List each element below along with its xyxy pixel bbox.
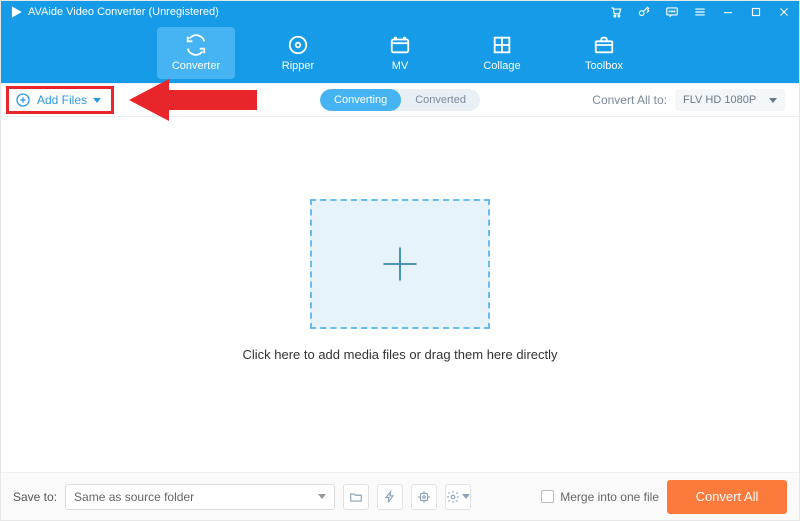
convert-all-label: Convert All bbox=[696, 489, 759, 504]
status-tabs: Converting Converted bbox=[320, 89, 480, 111]
settings-button[interactable] bbox=[445, 484, 471, 510]
key-icon[interactable] bbox=[637, 5, 651, 19]
output-format-value: FLV HD 1080P bbox=[683, 94, 756, 106]
plus-icon bbox=[378, 242, 422, 286]
nav-mv[interactable]: MV bbox=[361, 27, 439, 79]
content-area: Click here to add media files or drag th… bbox=[1, 117, 799, 444]
chevron-down-icon bbox=[93, 98, 101, 103]
nav-mv-label: MV bbox=[392, 60, 409, 72]
convert-all-to-label: Convert All to: bbox=[592, 93, 667, 107]
gear-icon bbox=[446, 490, 460, 504]
hw-accel-button[interactable] bbox=[377, 484, 403, 510]
nav-converter-label: Converter bbox=[172, 60, 220, 72]
nav-ripper-label: Ripper bbox=[282, 60, 314, 72]
maximize-icon[interactable] bbox=[749, 5, 763, 19]
feedback-icon[interactable] bbox=[665, 5, 679, 19]
open-folder-button[interactable] bbox=[343, 484, 369, 510]
sub-bar: Add Files Converting Converted Convert A… bbox=[1, 83, 799, 117]
add-files-label: Add Files bbox=[37, 93, 87, 107]
cart-icon[interactable] bbox=[609, 5, 623, 19]
converter-icon bbox=[185, 34, 207, 56]
window-controls bbox=[609, 5, 791, 19]
nav-toolbox-label: Toolbox bbox=[585, 60, 623, 72]
tab-converted[interactable]: Converted bbox=[401, 89, 480, 111]
toolbox-icon bbox=[593, 34, 615, 56]
nav-collage[interactable]: Collage bbox=[463, 27, 541, 79]
plus-circle-icon bbox=[15, 92, 31, 108]
chevron-down-icon bbox=[769, 98, 777, 103]
lightning-icon bbox=[383, 490, 397, 504]
convert-all-button[interactable]: Convert All bbox=[667, 480, 787, 514]
close-icon[interactable] bbox=[777, 5, 791, 19]
save-path-select[interactable]: Same as source folder bbox=[65, 484, 335, 510]
merge-label: Merge into one file bbox=[560, 490, 659, 504]
nav-collage-label: Collage bbox=[483, 60, 520, 72]
minimize-icon[interactable] bbox=[721, 5, 735, 19]
ripper-icon bbox=[287, 34, 309, 56]
chevron-down-icon bbox=[462, 494, 470, 499]
save-path-value: Same as source folder bbox=[74, 490, 194, 504]
save-to-label: Save to: bbox=[13, 490, 57, 504]
nav-ripper[interactable]: Ripper bbox=[259, 27, 337, 79]
tab-converting-label: Converting bbox=[334, 94, 387, 106]
merge-checkbox[interactable]: Merge into one file bbox=[541, 490, 659, 504]
add-files-button[interactable]: Add Files bbox=[15, 92, 101, 108]
tab-converting[interactable]: Converting bbox=[320, 89, 401, 111]
chip-icon bbox=[417, 490, 431, 504]
chevron-down-icon bbox=[318, 494, 326, 499]
nav-toolbox[interactable]: Toolbox bbox=[565, 27, 643, 79]
app-logo-icon bbox=[9, 5, 23, 19]
app-logo-title: AVAide Video Converter (Unregistered) bbox=[9, 5, 219, 19]
output-format-select[interactable]: FLV HD 1080P bbox=[675, 89, 785, 111]
main-nav: Converter Ripper MV Collage Toolbox bbox=[1, 23, 799, 83]
collage-icon bbox=[491, 34, 513, 56]
menu-icon[interactable] bbox=[693, 5, 707, 19]
nav-converter[interactable]: Converter bbox=[157, 27, 235, 79]
window-title: AVAide Video Converter (Unregistered) bbox=[28, 6, 219, 18]
checkbox-box bbox=[541, 490, 554, 503]
high-speed-button[interactable] bbox=[411, 484, 437, 510]
drop-zone-label: Click here to add media files or drag th… bbox=[242, 347, 557, 362]
drop-zone[interactable] bbox=[310, 199, 490, 329]
tab-converted-label: Converted bbox=[415, 94, 466, 106]
mv-icon bbox=[389, 34, 411, 56]
title-bar: AVAide Video Converter (Unregistered) bbox=[1, 1, 799, 23]
folder-icon bbox=[349, 490, 363, 504]
footer-bar: Save to: Same as source folder Merge int… bbox=[1, 472, 799, 520]
